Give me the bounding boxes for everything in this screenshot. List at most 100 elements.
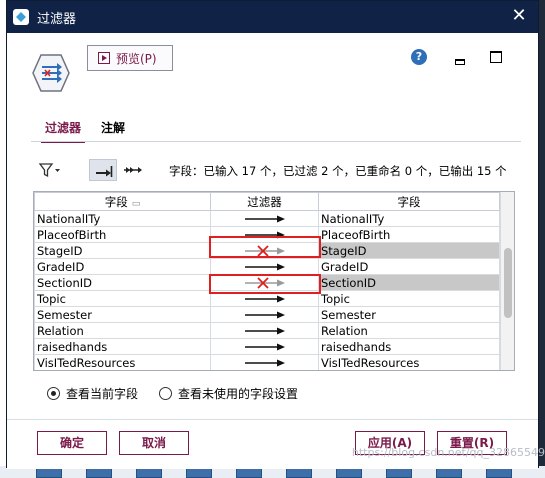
- ok-button[interactable]: 确定: [37, 431, 107, 455]
- view-options: 查看当前字段 查看未使用的字段设置: [47, 385, 517, 403]
- filter-funnel-dropdown[interactable]: [37, 159, 63, 181]
- pass-arrow-icon: [244, 231, 285, 238]
- grid-scrollbar[interactable]: [500, 192, 514, 370]
- filter-dialog: 过滤器 ✕ 预览(P) ? 过滤器 注解 字段：已输入 17 个，已过滤 2 个…: [6, 0, 539, 469]
- input-field-cell: NationalITy: [34, 210, 211, 227]
- help-icon[interactable]: ?: [411, 49, 427, 65]
- tab-bar: 过滤器 注解: [31, 117, 521, 143]
- pass-arrow-icon: [244, 359, 285, 366]
- column-header-label: 字段: [104, 194, 128, 209]
- output-field-cell[interactable]: SectionID: [318, 274, 500, 291]
- field-table: 字段 ▭ 过滤器 字段 NationalITy NationalITy Placeof…: [34, 192, 500, 370]
- window-title: 过滤器: [37, 12, 77, 27]
- tab-filter[interactable]: 过滤器: [41, 117, 86, 143]
- pass-arrow-icon: [244, 311, 285, 318]
- input-field-cell: raisedhands: [34, 338, 211, 355]
- double-arrow-icon: [124, 167, 142, 173]
- taskbar-tile: [86, 468, 112, 478]
- output-field-cell[interactable]: GradeID: [318, 258, 500, 275]
- column-header-output-field[interactable]: 字段: [318, 192, 500, 211]
- output-field-cell[interactable]: NationalITy: [318, 210, 500, 227]
- pass-arrow-icon: [244, 343, 285, 350]
- taskbar-tile: [486, 468, 512, 478]
- radio-label: 查看未使用的字段设置: [178, 387, 299, 401]
- output-field-cell[interactable]: raisedhands: [318, 338, 500, 355]
- dialog-content: 预览(P) ? 过滤器 注解 字段：已输入 17 个，已过滤 2 个，已重命名 …: [7, 33, 538, 469]
- filter-toggle-on[interactable]: [210, 354, 319, 370]
- field-grid: 字段 ▭ 过滤器 字段 NationalITy NationalITy Placeof…: [33, 191, 515, 371]
- filter-toggle-on[interactable]: [210, 322, 319, 339]
- pass-arrow-icon: [244, 215, 285, 222]
- filter-toggle-on[interactable]: [210, 226, 319, 243]
- table-row[interactable]: Relation Relation: [34, 322, 500, 339]
- filter-toggle-on[interactable]: [210, 258, 319, 275]
- maximize-icon[interactable]: [490, 51, 502, 63]
- table-row[interactable]: GradeID GradeID: [34, 258, 500, 275]
- crossed-arrow-icon: [244, 244, 285, 257]
- filter-toggle-off[interactable]: [210, 242, 319, 259]
- pass-all-fields-button[interactable]: [121, 159, 145, 181]
- filter-funnel-icon: [38, 163, 60, 178]
- scrollbar-thumb[interactable]: [504, 248, 512, 318]
- column-header-filter[interactable]: 过滤器: [210, 192, 319, 211]
- taskbar-tile: [286, 468, 312, 478]
- field-summary: 字段：已输入 17 个，已过滤 2 个，已重命名 0 个，已输出 15 个: [169, 164, 507, 178]
- filter-toggle-on[interactable]: [210, 306, 319, 323]
- field-arrow-icon: [96, 166, 113, 177]
- input-field-cell: SectionID: [34, 274, 211, 291]
- input-field-cell: StageID: [34, 242, 211, 259]
- view-unused-settings-radio[interactable]: 查看未使用的字段设置: [159, 385, 298, 402]
- taskbar-tile: [236, 468, 262, 478]
- input-field-cell: Relation: [34, 322, 211, 339]
- table-row[interactable]: VisITedResources VisITedResources: [34, 354, 500, 370]
- taskbar-tile: [336, 468, 362, 478]
- sort-icon: ▭: [131, 198, 141, 209]
- taskbar-tile: [386, 468, 412, 478]
- filter-toggle-off[interactable]: [210, 274, 319, 291]
- output-field-cell[interactable]: VisITedResources: [318, 354, 500, 370]
- taskbar-tile: [36, 468, 62, 478]
- table-row[interactable]: StageID StageID: [34, 242, 500, 259]
- table-row[interactable]: raisedhands raisedhands: [34, 338, 500, 355]
- table-row[interactable]: SectionID SectionID: [34, 274, 500, 291]
- close-button[interactable]: ✕: [508, 5, 530, 27]
- tab-divider: [31, 141, 521, 142]
- watermark-text: https://blog.csdn.net/qq_32865549: [351, 446, 545, 459]
- pass-arrow-icon: [244, 295, 285, 302]
- pass-arrow-icon: [244, 263, 285, 270]
- crossed-arrow-icon: [244, 276, 285, 289]
- output-field-cell[interactable]: StageID: [318, 242, 500, 259]
- play-icon: [98, 52, 110, 64]
- column-header-input-field[interactable]: 字段 ▭: [34, 192, 211, 211]
- filter-toggle-on[interactable]: [210, 210, 319, 227]
- minimize-icon[interactable]: [455, 59, 465, 65]
- app-icon: [13, 9, 29, 25]
- title-bar[interactable]: 过滤器 ✕: [7, 1, 538, 33]
- show-fields-toggle[interactable]: [89, 159, 117, 181]
- table-row[interactable]: NationalITy NationalITy: [34, 210, 500, 227]
- output-field-cell[interactable]: Semester: [318, 306, 500, 323]
- table-row[interactable]: Semester Semester: [34, 306, 500, 323]
- output-field-cell[interactable]: Topic: [318, 290, 500, 307]
- input-field-cell: GradeID: [34, 258, 211, 275]
- table-row[interactable]: Topic Topic: [34, 290, 500, 307]
- taskbar-tile: [186, 468, 212, 478]
- filter-toggle-on[interactable]: [210, 338, 319, 355]
- table-header: 字段 ▭ 过滤器 字段: [34, 192, 500, 211]
- output-field-cell[interactable]: Relation: [318, 322, 500, 339]
- filter-toggle-on[interactable]: [210, 290, 319, 307]
- input-field-cell: VisITedResources: [34, 354, 211, 370]
- output-field-cell[interactable]: PlaceofBirth: [318, 226, 500, 243]
- radio-label: 查看当前字段: [66, 387, 139, 401]
- taskbar-tile: [436, 468, 462, 478]
- radio-dot: [159, 387, 172, 400]
- tab-annotation[interactable]: 注解: [101, 117, 125, 143]
- pass-arrow-icon: [244, 327, 285, 334]
- input-field-cell: Semester: [34, 306, 211, 323]
- cancel-button[interactable]: 取消: [119, 431, 189, 455]
- view-current-fields-radio[interactable]: 查看当前字段: [47, 385, 138, 402]
- preview-button[interactable]: 预览(P): [87, 45, 173, 71]
- radio-dot: [47, 387, 60, 400]
- footer-divider: [7, 419, 538, 420]
- table-row[interactable]: PlaceofBirth PlaceofBirth: [34, 226, 500, 243]
